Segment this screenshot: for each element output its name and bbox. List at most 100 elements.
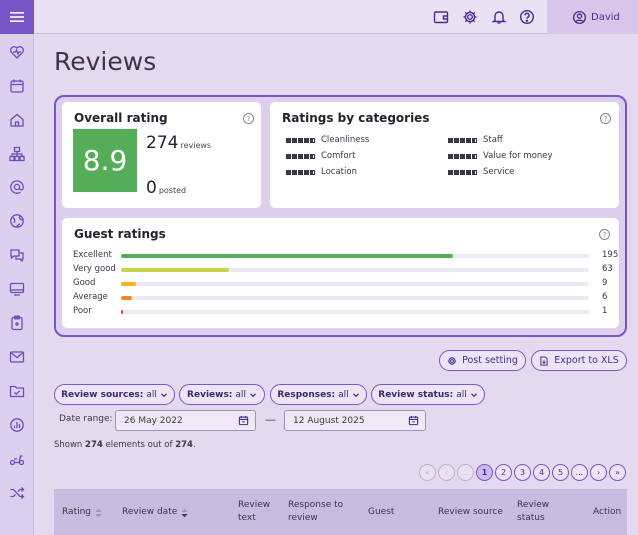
date-range-separator: —: [265, 413, 276, 426]
bar-chart-icon: [10, 418, 24, 432]
page-prev-button[interactable]: ‹: [438, 464, 455, 481]
sidebar-item-structure[interactable]: [8, 145, 26, 163]
categories-help-icon[interactable]: ?: [600, 113, 611, 124]
column-review-source: Review source: [438, 507, 503, 517]
category-label: Comfort: [321, 151, 356, 161]
guest-rating-count: 6: [602, 292, 608, 302]
guest-help-icon[interactable]: ?: [599, 229, 610, 240]
top-bar: David: [34, 0, 638, 34]
filter-reviews[interactable]: Reviews: all: [179, 384, 265, 405]
page-title: Reviews: [54, 47, 157, 76]
home-icon: [10, 113, 24, 127]
sidebar-item-monitor[interactable]: [8, 280, 26, 298]
page-last-button[interactable]: »: [609, 464, 626, 481]
filter-review-sources[interactable]: Review sources: all: [54, 384, 175, 405]
column-rating[interactable]: Rating: [62, 506, 102, 519]
guest-rating-label: Excellent: [73, 250, 112, 260]
guest-rating-track: [121, 296, 589, 300]
filter-name: Review sources:: [61, 389, 144, 400]
sidebar-item-shuffle[interactable]: [8, 484, 26, 502]
category-item: Service: [448, 167, 514, 177]
rating-dots: [448, 169, 477, 175]
filter-name: Responses:: [277, 389, 336, 400]
scooter-icon: [9, 455, 25, 466]
at-sign-icon: [10, 180, 24, 194]
page-next-button[interactable]: ›: [590, 464, 607, 481]
post-setting-button[interactable]: Post setting: [439, 350, 526, 371]
chevron-down-icon: [470, 392, 477, 397]
sort-icon[interactable]: [95, 508, 102, 518]
column-review-date-label: Review date: [122, 507, 178, 517]
settings-button[interactable]: [461, 8, 479, 26]
page-button-5[interactable]: 5: [552, 464, 569, 481]
rating-dots: [448, 153, 477, 159]
menu-toggle-button[interactable]: [0, 0, 34, 34]
notifications-button[interactable]: [490, 8, 508, 26]
export-xls-label: Export to XLS: [554, 355, 619, 366]
overall-rating-card: Overall rating ? 8.9 274 reviews 0 posted: [62, 102, 261, 208]
sidebar-item-calendar[interactable]: [8, 77, 26, 95]
guest-rating-row: Very good 63: [73, 264, 613, 276]
rating-dots: [286, 137, 315, 143]
sidebar-item-mail[interactable]: [8, 348, 26, 366]
sidebar-item-tasks[interactable]: [8, 314, 26, 332]
guest-rating-label: Very good: [73, 264, 116, 274]
rating-summary-panel: Overall rating ? 8.9 274 reviews 0 posted …: [54, 95, 627, 337]
clipboard-icon: [11, 315, 23, 331]
reviews-table-header: Rating Review date Review text Response t…: [54, 489, 627, 535]
guest-rating-count: 1: [602, 306, 608, 316]
filter-review-status[interactable]: Review status: all: [371, 384, 485, 405]
export-xls-button[interactable]: Export to XLS: [531, 350, 627, 371]
sidebar-item-transport[interactable]: [8, 450, 26, 468]
user-menu[interactable]: David: [547, 0, 638, 34]
date-to-input[interactable]: 12 August 2025: [284, 410, 426, 431]
guest-rating-count: 63: [602, 264, 613, 274]
help-button[interactable]: [518, 8, 536, 26]
chevron-down-icon: [160, 392, 167, 397]
sidebar-item-email-channel[interactable]: [8, 178, 26, 196]
sidebar-item-analytics[interactable]: [8, 416, 26, 434]
category-item: Staff: [448, 135, 503, 145]
date-from-input[interactable]: 26 May 2022: [115, 410, 256, 431]
filter-name: Review status:: [378, 389, 454, 400]
date-range-label: Date range:: [59, 414, 113, 424]
calendar-input-icon[interactable]: [408, 415, 419, 426]
filter-responses[interactable]: Responses: all: [270, 384, 367, 405]
page-button-1[interactable]: 1: [476, 464, 493, 481]
page-button-4[interactable]: 4: [533, 464, 550, 481]
folder-check-icon: [9, 385, 25, 398]
page-first-button[interactable]: «: [419, 464, 436, 481]
categories-title: Ratings by categories: [282, 111, 430, 125]
overall-score: 8.9: [73, 129, 137, 192]
overall-help-icon[interactable]: ?: [243, 113, 254, 124]
sort-icon[interactable]: [181, 508, 188, 518]
wallet-button[interactable]: [432, 8, 450, 26]
sidebar-item-messages[interactable]: [8, 246, 26, 264]
chevron-down-icon: [250, 392, 256, 397]
page-ellipsis-left[interactable]: ...: [457, 464, 474, 481]
results-total: 274: [175, 440, 193, 450]
calendar-icon: [10, 79, 24, 93]
category-item: Cleanliness: [286, 135, 369, 145]
sidebar-item-health[interactable]: [8, 43, 26, 61]
guest-rating-bar: [121, 268, 229, 272]
column-response-label-1: Response to: [288, 500, 344, 510]
column-review-date[interactable]: Review date: [122, 506, 188, 519]
rating-dots: [448, 137, 477, 143]
column-review-status: Review status: [517, 499, 549, 525]
category-label: Service: [483, 167, 515, 177]
sidebar-item-home[interactable]: [8, 111, 26, 129]
chat-icon: [10, 249, 24, 263]
results-prefix: Shown: [54, 440, 83, 450]
page-ellipsis-right[interactable]: ...: [571, 464, 588, 481]
filter-value: all: [338, 389, 349, 400]
rating-dots: [286, 153, 315, 159]
sidebar-item-globe[interactable]: [8, 212, 26, 230]
page-button-3[interactable]: 3: [514, 464, 531, 481]
column-review-text: Review text: [238, 499, 270, 525]
page-button-2[interactable]: 2: [495, 464, 512, 481]
calendar-input-icon[interactable]: [238, 415, 249, 426]
column-action: Action: [593, 507, 622, 517]
sidebar-item-folder[interactable]: [8, 382, 26, 400]
results-middle: elements out of: [105, 440, 173, 450]
